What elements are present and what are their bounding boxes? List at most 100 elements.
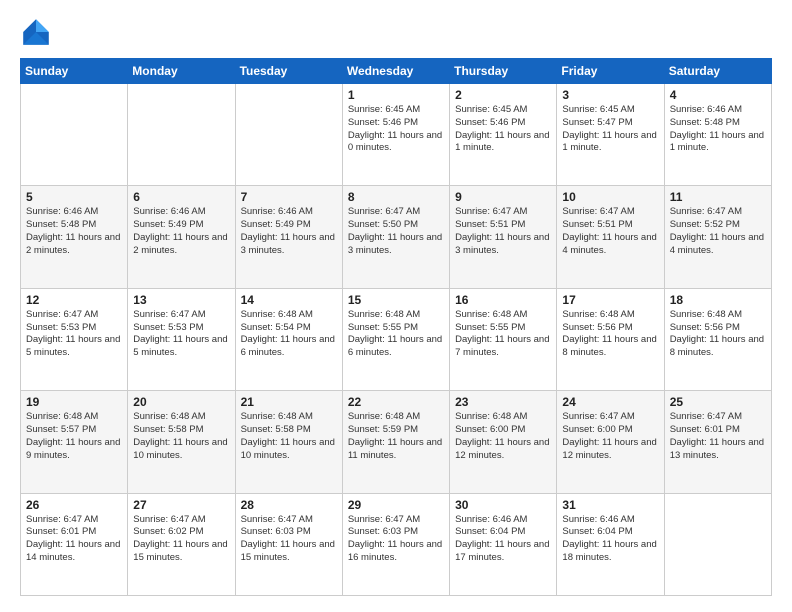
cell-details: Sunrise: 6:47 AM Sunset: 5:53 PM Dayligh…	[133, 309, 229, 360]
cell-details: Sunrise: 6:46 AM Sunset: 6:04 PM Dayligh…	[562, 514, 658, 565]
column-header-sunday: Sunday	[21, 59, 128, 84]
cell-details: Sunrise: 6:46 AM Sunset: 5:48 PM Dayligh…	[26, 206, 122, 257]
day-number: 3	[562, 88, 658, 102]
calendar-cell: 19Sunrise: 6:48 AM Sunset: 5:57 PM Dayli…	[21, 391, 128, 493]
calendar-cell: 31 Sunrise: 6:46 AM Sunset: 6:04 PM Dayli…	[557, 493, 664, 595]
cell-details: Sunrise: 6:46 AM Sunset: 5:49 PM Dayligh…	[241, 206, 337, 257]
day-number: 18	[670, 293, 766, 307]
cell-details: Sunrise: 6:47 AM Sunset: 5:52 PM Dayligh…	[670, 206, 766, 257]
cell-details: Sunrise: 6:46 AM Sunset: 5:49 PM Dayligh…	[133, 206, 229, 257]
cell-details: Sunrise: 6:47 AM Sunset: 6:01 PM Dayligh…	[26, 514, 122, 565]
calendar-week-3: 12 Sunrise: 6:47 AM Sunset: 5:53 PM Dayli…	[21, 288, 772, 390]
calendar-header-row: SundayMondayTuesdayWednesdayThursdayFrid…	[21, 59, 772, 84]
calendar-cell: 18 Sunrise: 6:48 AM Sunset: 5:56 PM Dayli…	[664, 288, 771, 390]
day-number: 17	[562, 293, 658, 307]
calendar-cell: 4 Sunrise: 6:46 AM Sunset: 5:48 PM Daylig…	[664, 84, 771, 186]
day-number: 21	[241, 395, 337, 409]
cell-details: Sunrise: 6:48 AM Sunset: 5:55 PM Dayligh…	[348, 309, 444, 360]
day-number: 31	[562, 498, 658, 512]
calendar-cell: 25Sunrise: 6:47 AM Sunset: 6:01 PM Dayli…	[664, 391, 771, 493]
calendar-cell: 17 Sunrise: 6:48 AM Sunset: 5:56 PM Dayli…	[557, 288, 664, 390]
day-number: 9	[455, 190, 551, 204]
day-number: 28	[241, 498, 337, 512]
calendar-cell: 27 Sunrise: 6:47 AM Sunset: 6:02 PM Dayli…	[128, 493, 235, 595]
cell-details: Sunrise: 6:48 AM Sunset: 5:56 PM Dayligh…	[562, 309, 658, 360]
cell-details: Sunrise: 6:47 AM Sunset: 5:53 PM Dayligh…	[26, 309, 122, 360]
calendar-cell: 11 Sunrise: 6:47 AM Sunset: 5:52 PM Dayli…	[664, 186, 771, 288]
calendar-cell	[235, 84, 342, 186]
cell-details: Sunrise: 6:48 AM Sunset: 5:56 PM Dayligh…	[670, 309, 766, 360]
calendar-cell: 9 Sunrise: 6:47 AM Sunset: 5:51 PM Daylig…	[450, 186, 557, 288]
calendar-cell: 14 Sunrise: 6:48 AM Sunset: 5:54 PM Dayli…	[235, 288, 342, 390]
day-number: 2	[455, 88, 551, 102]
calendar-cell: 7 Sunrise: 6:46 AM Sunset: 5:49 PM Daylig…	[235, 186, 342, 288]
calendar-cell	[128, 84, 235, 186]
day-number: 15	[348, 293, 444, 307]
cell-details: Sunrise: 6:47 AM Sunset: 6:03 PM Dayligh…	[348, 514, 444, 565]
calendar-week-1: 1 Sunrise: 6:45 AM Sunset: 5:46 PM Daylig…	[21, 84, 772, 186]
column-header-tuesday: Tuesday	[235, 59, 342, 84]
calendar-week-5: 26 Sunrise: 6:47 AM Sunset: 6:01 PM Dayli…	[21, 493, 772, 595]
day-number: 14	[241, 293, 337, 307]
calendar-cell: 26 Sunrise: 6:47 AM Sunset: 6:01 PM Dayli…	[21, 493, 128, 595]
logo	[20, 16, 56, 48]
calendar-cell	[664, 493, 771, 595]
calendar-cell: 5 Sunrise: 6:46 AM Sunset: 5:48 PM Daylig…	[21, 186, 128, 288]
cell-details: Sunrise: 6:46 AM Sunset: 5:48 PM Dayligh…	[670, 104, 766, 155]
column-header-thursday: Thursday	[450, 59, 557, 84]
cell-details: Sunrise: 6:47 AM Sunset: 6:02 PM Dayligh…	[133, 514, 229, 565]
day-number: 1	[348, 88, 444, 102]
day-number: 25	[670, 395, 766, 409]
column-header-monday: Monday	[128, 59, 235, 84]
cell-details: Sunrise: 6:48 AM Sunset: 5:55 PM Dayligh…	[455, 309, 551, 360]
cell-details: Sunrise: 6:47 AM Sunset: 5:51 PM Dayligh…	[562, 206, 658, 257]
day-number: 24	[562, 395, 658, 409]
cell-details: Sunrise: 6:48 AM Sunset: 5:58 PM Dayligh…	[133, 411, 229, 462]
calendar-cell: 8 Sunrise: 6:47 AM Sunset: 5:50 PM Daylig…	[342, 186, 449, 288]
day-number: 22	[348, 395, 444, 409]
column-header-wednesday: Wednesday	[342, 59, 449, 84]
cell-details: Sunrise: 6:48 AM Sunset: 5:59 PM Dayligh…	[348, 411, 444, 462]
day-number: 11	[670, 190, 766, 204]
day-number: 8	[348, 190, 444, 204]
calendar-cell: 16 Sunrise: 6:48 AM Sunset: 5:55 PM Dayli…	[450, 288, 557, 390]
calendar-table: SundayMondayTuesdayWednesdayThursdayFrid…	[20, 58, 772, 596]
calendar-cell: 15 Sunrise: 6:48 AM Sunset: 5:55 PM Dayli…	[342, 288, 449, 390]
cell-details: Sunrise: 6:47 AM Sunset: 5:50 PM Dayligh…	[348, 206, 444, 257]
day-number: 16	[455, 293, 551, 307]
calendar-cell: 30 Sunrise: 6:46 AM Sunset: 6:04 PM Dayli…	[450, 493, 557, 595]
cell-details: Sunrise: 6:46 AM Sunset: 6:04 PM Dayligh…	[455, 514, 551, 565]
calendar-cell: 22 Sunrise: 6:48 AM Sunset: 5:59 PM Dayli…	[342, 391, 449, 493]
calendar-cell: 1Sunrise: 6:45 AM Sunset: 5:46 PM Daylig…	[342, 84, 449, 186]
day-number: 29	[348, 498, 444, 512]
day-number: 5	[26, 190, 122, 204]
cell-details: Sunrise: 6:45 AM Sunset: 5:47 PM Dayligh…	[562, 104, 658, 155]
calendar-cell: 10 Sunrise: 6:47 AM Sunset: 5:51 PM Dayli…	[557, 186, 664, 288]
calendar-cell: 29 Sunrise: 6:47 AM Sunset: 6:03 PM Dayli…	[342, 493, 449, 595]
day-number: 4	[670, 88, 766, 102]
cell-details: Sunrise: 6:47 AM Sunset: 6:00 PM Dayligh…	[562, 411, 658, 462]
cell-details: Sunrise: 6:48 AM Sunset: 6:00 PM Dayligh…	[455, 411, 551, 462]
day-number: 12	[26, 293, 122, 307]
day-number: 26	[26, 498, 122, 512]
day-number: 7	[241, 190, 337, 204]
logo-icon	[20, 16, 52, 48]
day-number: 30	[455, 498, 551, 512]
day-number: 27	[133, 498, 229, 512]
cell-details: Sunrise: 6:47 AM Sunset: 6:03 PM Dayligh…	[241, 514, 337, 565]
day-number: 20	[133, 395, 229, 409]
calendar-cell: 12 Sunrise: 6:47 AM Sunset: 5:53 PM Dayli…	[21, 288, 128, 390]
day-number: 10	[562, 190, 658, 204]
cell-details: Sunrise: 6:48 AM Sunset: 5:54 PM Dayligh…	[241, 309, 337, 360]
day-number: 6	[133, 190, 229, 204]
column-header-saturday: Saturday	[664, 59, 771, 84]
calendar-cell: 23Sunrise: 6:48 AM Sunset: 6:00 PM Dayli…	[450, 391, 557, 493]
day-number: 13	[133, 293, 229, 307]
calendar-week-4: 19Sunrise: 6:48 AM Sunset: 5:57 PM Dayli…	[21, 391, 772, 493]
calendar-week-2: 5 Sunrise: 6:46 AM Sunset: 5:48 PM Daylig…	[21, 186, 772, 288]
cell-details: Sunrise: 6:45 AM Sunset: 5:46 PM Dayligh…	[455, 104, 551, 155]
cell-details: Sunrise: 6:47 AM Sunset: 5:51 PM Dayligh…	[455, 206, 551, 257]
calendar-cell: 21Sunrise: 6:48 AM Sunset: 5:58 PM Dayli…	[235, 391, 342, 493]
calendar-cell: 20 Sunrise: 6:48 AM Sunset: 5:58 PM Dayli…	[128, 391, 235, 493]
calendar-cell: 2 Sunrise: 6:45 AM Sunset: 5:46 PM Daylig…	[450, 84, 557, 186]
